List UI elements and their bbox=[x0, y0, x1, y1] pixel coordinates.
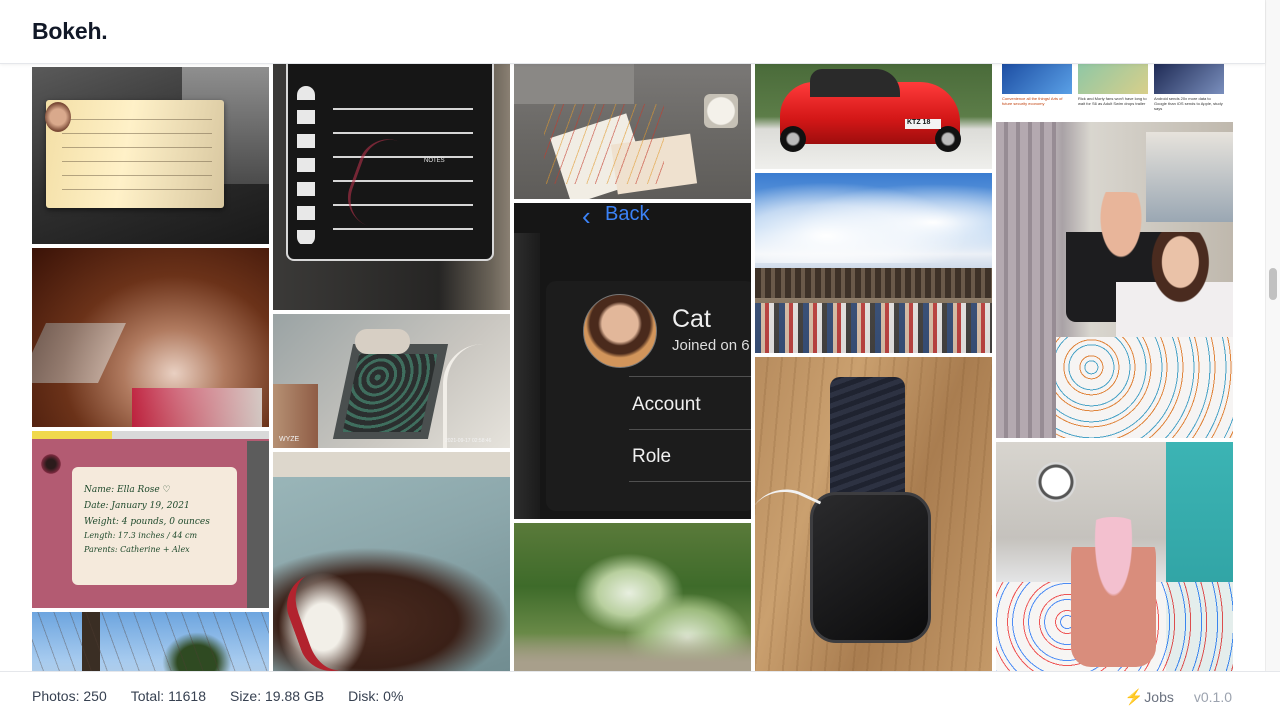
app-version: v0.1.0 bbox=[1193, 689, 1232, 705]
app-logo[interactable]: Bokeh. bbox=[32, 18, 108, 45]
camera-timestamp: 2021-09-17 02:58:46 bbox=[445, 438, 492, 444]
lightning-bolt-icon: ⚡ bbox=[1124, 689, 1144, 706]
phone-back-label: Back bbox=[605, 203, 650, 225]
stat-photos: Photos: 250 bbox=[32, 688, 107, 704]
jobs-label: Jobs bbox=[1144, 689, 1174, 705]
photo-news-strip[interactable]: Convenience all the things! Arts of futu… bbox=[996, 64, 1233, 118]
name-card-line-name: Name: Ella Rose ♡ bbox=[84, 485, 171, 495]
photo-chalkboard[interactable]: NOTES bbox=[273, 64, 510, 310]
scrollbar-thumb[interactable] bbox=[1269, 268, 1277, 300]
photo-hospital-family[interactable] bbox=[996, 122, 1233, 438]
stat-size: Size: 19.88 GB bbox=[229, 688, 325, 704]
car-license-plate: KTZ 18 bbox=[907, 119, 931, 126]
chalk-day-circles bbox=[297, 86, 315, 246]
name-card-line-weight: Weight: 4 pounds, 0 ounces bbox=[84, 517, 210, 527]
photo-theme-park-crowd[interactable] bbox=[755, 173, 992, 353]
profile-joined: Joined on 6 bbox=[672, 337, 750, 354]
page-scrollbar[interactable] bbox=[1265, 0, 1280, 671]
watch-face bbox=[810, 492, 931, 643]
status-footer: Photos: 250 Total: 11618 Size: 19.88 GB … bbox=[0, 671, 1280, 720]
photo-sheet-music[interactable] bbox=[32, 67, 269, 244]
name-card-line-date: Date: January 19, 2021 bbox=[84, 501, 190, 511]
photo-trees-sky[interactable] bbox=[32, 612, 269, 671]
back-chevron-icon: ‹ bbox=[582, 203, 591, 231]
photo-apple-watch[interactable] bbox=[755, 357, 992, 671]
mother bbox=[1116, 232, 1233, 352]
gallery-stats: Photos: 250 Total: 11618 Size: 19.88 GB … bbox=[32, 688, 403, 704]
photo-name-card[interactable]: Name: Ella Rose ♡ Date: January 19, 2021… bbox=[32, 431, 269, 608]
stat-total: Total: 11618 bbox=[130, 688, 206, 704]
photo-baby-room-camera[interactable]: WYZE 2021-09-17 02:58:46 bbox=[273, 314, 510, 448]
jobs-link[interactable]: ⚡ Jobs bbox=[1125, 688, 1174, 706]
chalk-notes-label: NOTES bbox=[424, 158, 445, 164]
news-headline-1: Convenience all the things! Arts of futu… bbox=[1002, 96, 1063, 106]
photo-craft-table[interactable] bbox=[514, 64, 751, 199]
photo-creek-forest[interactable] bbox=[514, 523, 751, 671]
photo-gallery: Name: Ella Rose ♡ Date: January 19, 2021… bbox=[0, 64, 1265, 671]
photo-red-car[interactable]: KTZ 18 bbox=[755, 64, 992, 169]
photo-blurry-closeup[interactable] bbox=[32, 248, 269, 427]
photo-phone-screen[interactable]: ‹ Back Cat Joined on 6 Account Role bbox=[514, 203, 751, 519]
profile-name: Cat bbox=[672, 305, 711, 333]
patterned-blanket bbox=[1056, 337, 1233, 438]
photo-newborn-nicu[interactable] bbox=[996, 442, 1233, 671]
menu-account: Account bbox=[632, 394, 701, 415]
photo-dog-sleeping[interactable] bbox=[273, 452, 510, 671]
watch-band-top bbox=[830, 377, 905, 507]
stat-disk: Disk: 0% bbox=[348, 688, 404, 704]
camera-brand: WYZE bbox=[279, 436, 300, 443]
newborn-baby bbox=[1071, 517, 1156, 667]
menu-role: Role bbox=[632, 446, 672, 467]
flower-decoration-icon bbox=[40, 453, 62, 475]
name-card-line-parents: Parents: Catherine + Alex bbox=[84, 545, 190, 554]
news-headline-3: Android sends 20x more data to Google th… bbox=[1154, 96, 1223, 111]
name-card-line-length: Length: 17.3 inches / 44 cm bbox=[84, 531, 198, 540]
profile-avatar bbox=[583, 294, 657, 368]
news-headline-2: Rick and Morty fans won't have long to w… bbox=[1078, 96, 1147, 106]
app-header: Bokeh. bbox=[0, 0, 1265, 64]
